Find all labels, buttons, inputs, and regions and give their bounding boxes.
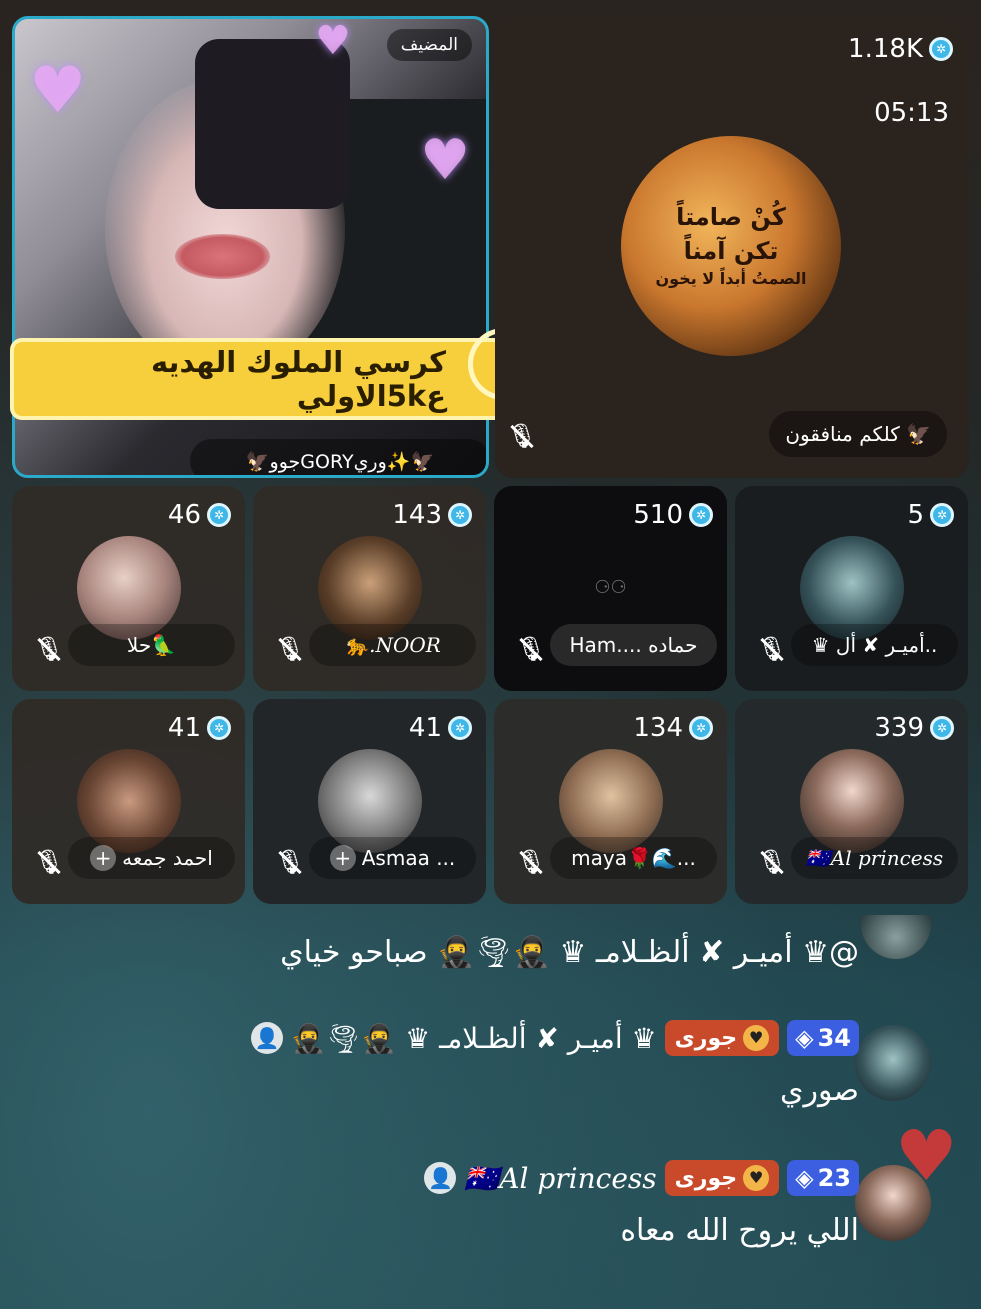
chat-avatar[interactable]	[855, 1025, 931, 1101]
diamond-icon: ◈	[795, 1164, 814, 1192]
seat-score: 41 ✲	[409, 713, 472, 743]
timer: 05:13	[874, 98, 949, 128]
seat-tile[interactable]: 5 ✲ 🎙 ♛ أميـر ✘ أل..	[735, 486, 968, 691]
main-seat-tile[interactable]: 1.18K ✲ 05:13 كُنْ صامتاً تكن آمناً الصمت…	[495, 16, 969, 478]
add-icon[interactable]: +	[90, 845, 117, 871]
mic-muted-icon: 🎙	[506, 422, 538, 450]
chat-text: @♛ أميـر ✘ ألظـلامـ ♛ 🥷🌪🥷 صباحو خياي	[280, 935, 859, 970]
seat-tile[interactable]: 339 ✲ 🎙 🇦🇺Al princess	[735, 699, 968, 904]
chat-text: صوري	[780, 1073, 859, 1108]
chat-message-header: 23 ◈ ♥ جورى 🇦🇺Al princess 👤	[424, 1160, 859, 1196]
gem-icon: ✲	[207, 503, 231, 527]
seat-score: 46 ✲	[168, 500, 231, 530]
fan-badge: ♥ جورى	[664, 1020, 780, 1056]
host-video-detail	[175, 234, 270, 279]
gem-icon: ✲	[930, 503, 954, 527]
mic-muted-icon: 🎙	[756, 848, 788, 876]
heart-badge-icon: ♥	[743, 1025, 770, 1051]
seat-name: maya🌹🌊...	[550, 837, 717, 879]
seat-score: 143 ✲	[392, 500, 472, 530]
seat-name: Asmaa ...	[361, 846, 456, 870]
seat-score: 41 ✲	[168, 713, 231, 743]
gem-icon: ✲	[689, 503, 713, 527]
viewer-count: 1.18K ✲	[848, 34, 953, 64]
gem-icon: ✲	[929, 37, 953, 61]
seat-name-container: + Asmaa ...	[309, 837, 476, 879]
gift-banner[interactable]: كرسي الملوك الهديه ع5kالاولي	[10, 328, 540, 420]
chat-username[interactable]: ♛ أميـر ✘ ألظـلامـ ♛ 🥷🌪🥷	[291, 1022, 657, 1055]
chat-message-header: 34 ◈ ♥ جورى ♛ أميـر ✘ ألظـلامـ ♛ 🥷🌪🥷 👤	[250, 1020, 859, 1056]
seat-tile[interactable]: 41 ✲ 🎙 + احمد جمعه	[12, 699, 245, 904]
mic-muted-icon: 🎙	[274, 848, 306, 876]
seat-tile[interactable]: 510 ✲ ⚆⚆ 🎙 Ham.... حماده	[494, 486, 727, 691]
seat-tile[interactable]: 46 ✲ 🎙 حلا🦜	[12, 486, 245, 691]
mic-muted-icon: 🎙	[33, 848, 65, 876]
mic-muted-icon: 🎙	[515, 848, 547, 876]
heart-effect-icon: ♥	[315, 18, 351, 64]
host-label: المضيف	[386, 29, 472, 61]
avatar-text: كُنْ صامتاً	[676, 203, 786, 232]
seat-name: 🐆.NOOR	[309, 624, 476, 666]
seat-score: 134 ✲	[633, 713, 713, 743]
host-name[interactable]: 🦅جووGORYوري✨🦅	[190, 439, 486, 475]
main-seat-avatar[interactable]: كُنْ صامتاً تكن آمناً الصمتُ أبداً لا يخ…	[621, 136, 841, 356]
seat-name: 🇦🇺Al princess	[791, 837, 958, 879]
gem-icon: ✲	[689, 716, 713, 740]
level-badge: 23 ◈	[787, 1160, 859, 1196]
gem-icon: ✲	[448, 716, 472, 740]
chat-message: اللي يروح الله معاه	[620, 1213, 859, 1248]
seat-name: حلا🦜	[68, 624, 235, 666]
seat-name: احمد جمعه	[122, 846, 213, 870]
main-seat-name[interactable]: كلكم منافقون 🦅	[769, 411, 947, 457]
level-badge: 34 ◈	[787, 1020, 859, 1056]
seat-name-container: + احمد جمعه	[68, 837, 235, 879]
seat-tile[interactable]: 134 ✲ 🎙 maya🌹🌊...	[494, 699, 727, 904]
gem-icon: ✲	[930, 716, 954, 740]
floating-heart-icon: ♥	[895, 1115, 958, 1197]
add-friend-icon[interactable]: 👤	[250, 1022, 283, 1054]
fan-badge: ♥ جورى	[664, 1160, 780, 1196]
seat-score: 5 ✲	[907, 500, 954, 530]
heart-badge-icon: ♥	[743, 1165, 770, 1191]
seat-tile[interactable]: 143 ✲ 🎙 🐆.NOOR	[253, 486, 486, 691]
gift-banner-text: كرسي الملوك الهديه ع5kالاولي	[150, 345, 446, 413]
avatar-text: تكن آمناً	[683, 236, 779, 265]
chat-message: @♛ أميـر ✘ ألظـلامـ ♛ 🥷🌪🥷 صباحو خياي	[280, 935, 859, 970]
diamond-icon: ◈	[795, 1024, 814, 1052]
chat-username[interactable]: 🇦🇺Al princess	[464, 1162, 656, 1195]
seat-score: 339 ✲	[874, 713, 954, 743]
mic-muted-icon: 🎙	[515, 635, 547, 663]
gem-icon: ✲	[448, 503, 472, 527]
mic-muted-icon: 🎙	[274, 635, 306, 663]
seat-name: Ham.... حماده	[550, 624, 717, 666]
seat-name: ♛ أميـر ✘ أل..	[791, 624, 958, 666]
mic-muted-icon: 🎙	[33, 635, 65, 663]
gem-icon: ✲	[207, 716, 231, 740]
seat-tile[interactable]: 41 ✲ 🎙 + Asmaa ...	[253, 699, 486, 904]
mic-muted-icon: 🎙	[756, 635, 788, 663]
heart-effect-icon: ♥	[420, 128, 471, 193]
seat-score: 510 ✲	[633, 500, 713, 530]
chat-message: صوري	[780, 1073, 859, 1108]
avatar-text: الصمتُ أبداً لا يخون	[655, 269, 807, 289]
chat-avatar[interactable]	[861, 915, 931, 959]
chat-list: @♛ أميـر ✘ ألظـلامـ ♛ 🥷🌪🥷 صباحو خياي 34 ◈…	[20, 915, 959, 1305]
heart-effect-icon: ♥	[29, 54, 87, 128]
add-icon[interactable]: +	[329, 845, 356, 871]
chat-text: اللي يروح الله معاه	[620, 1213, 859, 1248]
add-friend-icon[interactable]: 👤	[424, 1162, 457, 1194]
